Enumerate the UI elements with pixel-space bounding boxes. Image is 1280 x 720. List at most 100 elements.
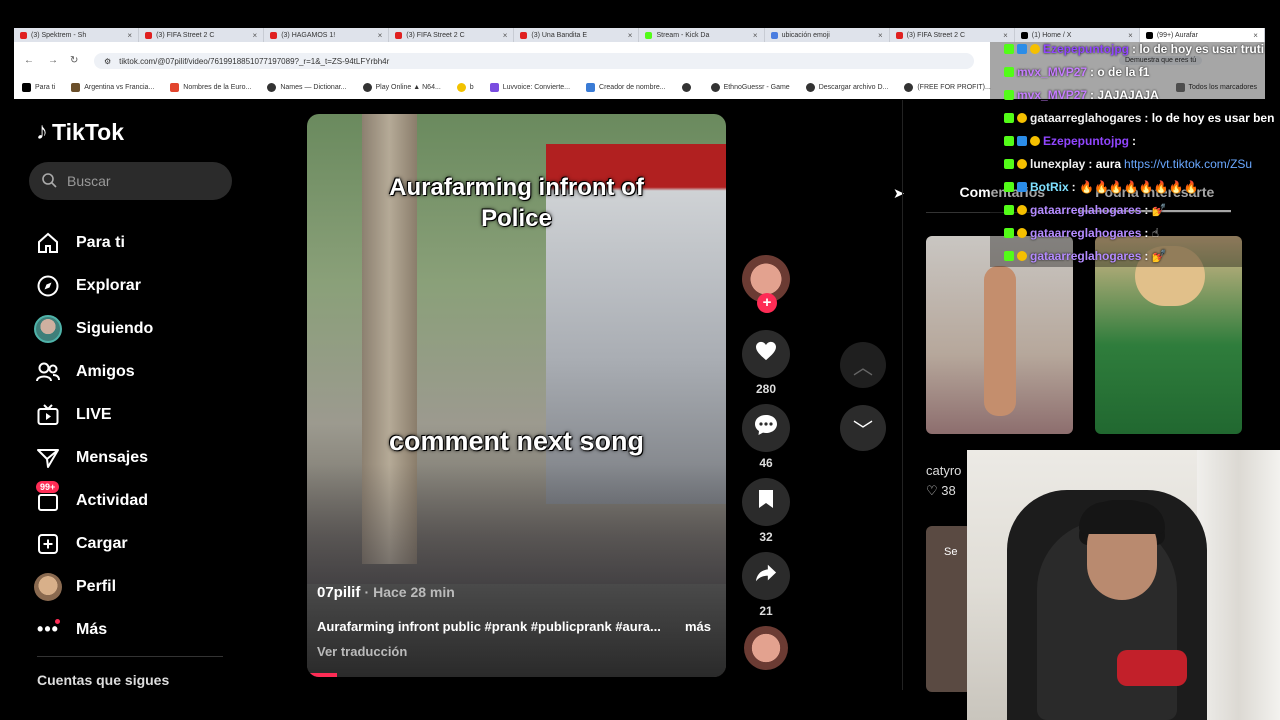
close-icon[interactable]: × — [1003, 31, 1008, 40]
x-icon — [1020, 31, 1028, 39]
badge-icon — [1030, 44, 1040, 54]
youtube-icon — [895, 31, 903, 39]
webcam-microphone — [1117, 650, 1187, 686]
chat-message: gataarreglahogares: 💅 — [1004, 249, 1167, 263]
google-icon — [770, 31, 778, 39]
comment-button[interactable] — [742, 404, 790, 452]
suggested-video-thumbnail[interactable]: Se — [926, 526, 972, 692]
browser-tab[interactable]: (3) FIFA Street 2 C × — [389, 28, 515, 42]
browser-tab[interactable]: (3) FIFA Street 2 C × — [890, 28, 1015, 42]
bookmark-icon — [489, 82, 499, 92]
close-icon[interactable]: × — [878, 31, 883, 40]
share-icon — [755, 563, 777, 589]
sidebar-item-actividad[interactable]: 99+ Actividad — [34, 479, 264, 522]
follow-plus-icon[interactable]: + — [757, 293, 777, 313]
close-icon[interactable]: × — [1128, 31, 1133, 40]
sidebar-item-live[interactable]: LIVE — [34, 393, 264, 436]
browser-tab[interactable]: Stream - Kick Da × — [639, 28, 765, 42]
bookmark-item[interactable] — [681, 82, 695, 92]
tiktok-logo[interactable]: ♪ TikTok — [36, 118, 124, 146]
creator-avatar[interactable]: + — [742, 255, 790, 313]
translate-link[interactable]: Ver traducción — [317, 644, 407, 659]
like-button[interactable] — [742, 330, 790, 378]
bookmark-item[interactable]: Creador de nombre... — [586, 82, 666, 92]
sidebar-item-perfil[interactable]: Perfil — [34, 565, 264, 608]
forward-icon[interactable]: → — [48, 55, 58, 66]
browser-tab[interactable]: (3) Spektrem - Sh × — [14, 28, 140, 42]
close-icon[interactable]: × — [1253, 31, 1258, 40]
browser-tab[interactable]: ubicación emoji × — [765, 28, 890, 42]
badge-icon — [1004, 136, 1014, 146]
next-video-button[interactable]: ﹀ — [840, 405, 886, 451]
sidebar-item-cargar[interactable]: Cargar — [34, 522, 264, 565]
video-progress-bar[interactable] — [307, 673, 337, 677]
panel-divider — [902, 100, 903, 690]
browser-tab[interactable]: (3) Una Bandita E × — [514, 28, 640, 42]
sidebar-item-para-ti[interactable]: Para ti — [34, 221, 264, 264]
badge-icon — [1030, 136, 1040, 146]
bookmark-item[interactable]: EthnoGuessr - Game — [710, 82, 790, 92]
close-icon[interactable]: × — [378, 31, 383, 40]
close-icon[interactable]: × — [753, 31, 758, 40]
sidebar-item-mas[interactable]: ••• Más — [34, 608, 264, 651]
search-input[interactable]: Buscar — [29, 162, 232, 200]
sidebar-item-explorar[interactable]: Explorar — [34, 264, 264, 307]
sound-avatar[interactable] — [744, 626, 788, 670]
bookmark-icon — [71, 82, 81, 92]
video-player[interactable]: Aurafarming infront of Police comment ne… — [307, 114, 726, 677]
chat-message: gataarreglahogares: 💅 — [1004, 203, 1167, 217]
chat-link[interactable]: https://vt.tiktok.com/ZSu — [1124, 157, 1252, 171]
browser-tab[interactable]: (3) FIFA Street 2 C × — [139, 28, 265, 42]
like-count: 280 — [755, 382, 777, 396]
bookmark-item[interactable]: b — [456, 82, 474, 92]
globe-icon — [362, 82, 372, 92]
video-author[interactable]: 07pilif — [317, 584, 360, 601]
bookmark-item[interactable]: Names — Dictionar... — [267, 82, 347, 92]
close-icon[interactable]: × — [503, 31, 508, 40]
chat-message: Ezepepuntojpg: — [1004, 134, 1136, 148]
badge-icon — [1004, 67, 1014, 77]
badge-icon — [1004, 228, 1014, 238]
save-button[interactable] — [742, 478, 790, 526]
close-icon[interactable]: × — [127, 31, 132, 40]
see-more-link[interactable]: más — [685, 619, 711, 634]
bookmark-item[interactable]: Play Online ▲ N64... — [362, 82, 441, 92]
bookmark-item[interactable]: Para ti — [22, 82, 55, 92]
badge-icon — [1004, 182, 1014, 192]
chat-message: lunexplay: aura https://vt.tiktok.com/ZS… — [1004, 157, 1252, 171]
bookmark-item[interactable]: Nombres de la Euro... — [170, 82, 251, 92]
chat-message: Ezepepuntojpg: lo de hoy es usar truti — [1004, 42, 1264, 56]
back-icon[interactable]: ← — [24, 55, 34, 66]
suggested-username[interactable]: catyro — [926, 463, 961, 478]
kick-icon — [645, 31, 653, 39]
emoji-icon — [456, 82, 466, 92]
chat-message: mvx_MVP27: o de la f1 — [1004, 65, 1149, 79]
sidebar-item-siguiendo[interactable]: Siguiendo — [34, 307, 264, 350]
search-placeholder: Buscar — [67, 173, 111, 189]
browser-tab[interactable]: (1) Home / X × — [1015, 28, 1140, 42]
heart-outline-icon: ♡ — [926, 483, 938, 498]
close-icon[interactable]: × — [628, 31, 633, 40]
tiktok-logo-icon: ♪ — [36, 118, 48, 145]
bookmark-item[interactable]: Argentina vs Francia... — [71, 82, 154, 92]
globe-icon — [681, 82, 691, 92]
bookmark-item[interactable]: (FREE FOR PROFIT)... — [904, 82, 991, 92]
youtube-icon — [520, 31, 528, 39]
home-icon — [34, 229, 62, 257]
close-icon[interactable]: × — [253, 31, 258, 40]
share-button[interactable] — [742, 552, 790, 600]
reload-icon[interactable]: ↻ — [70, 55, 78, 66]
site-info-icon[interactable]: ⚙ — [104, 57, 111, 66]
browser-tab[interactable]: (3) HAGAMOS 1! × — [264, 28, 390, 42]
sidebar-item-mensajes[interactable]: Mensajes — [34, 436, 264, 479]
bookmark-item[interactable]: Descargar archivo D... — [805, 82, 888, 92]
bookmark-item[interactable]: Luvvoice: Convierte... — [489, 82, 570, 92]
badge-icon — [1004, 90, 1014, 100]
previous-video-button[interactable]: ︿ — [840, 342, 886, 388]
browser-tab-active[interactable]: (99+) Aurafar × — [1139, 28, 1265, 42]
video-time: · Hace 28 min — [364, 584, 455, 600]
tiktok-icon — [1145, 31, 1153, 39]
sidebar-item-amigos[interactable]: Amigos — [34, 350, 264, 393]
badge-icon — [1017, 44, 1027, 54]
address-bar[interactable]: ⚙ tiktok.com/@07pilif/video/761991885107… — [94, 53, 974, 69]
